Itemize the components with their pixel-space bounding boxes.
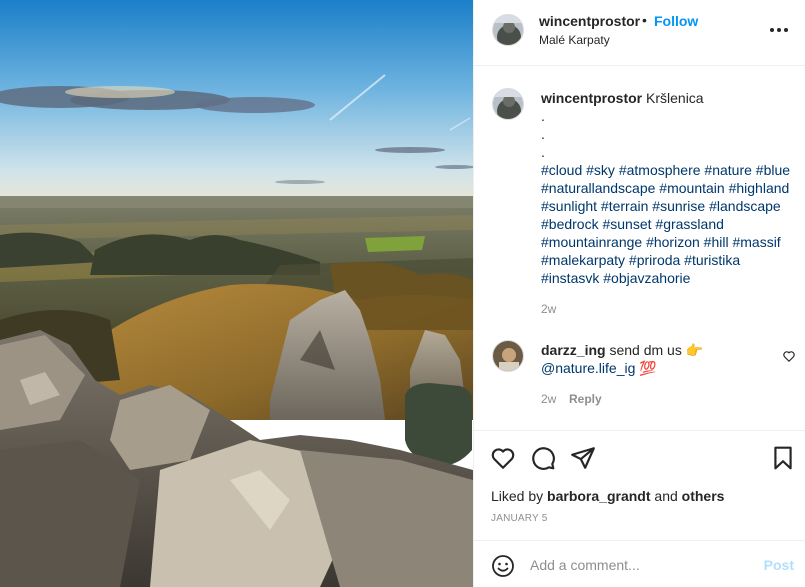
caption-text: wincentprostor Kršlenica . . . #cloud #s…: [541, 89, 796, 287]
liked-by-prefix: Liked by: [491, 488, 544, 504]
post-header: wincentprostor • Follow Malé Karpaty: [474, 0, 805, 66]
comments-list[interactable]: wincentprostor Kršlenica . . . #cloud #s…: [474, 66, 805, 430]
hundred-emoji: 💯: [639, 360, 657, 376]
liked-by-and: and: [654, 488, 678, 504]
dot: [770, 28, 774, 32]
add-comment-bar: Post: [474, 540, 805, 587]
post-dialog: wincentprostor • Follow Malé Karpaty win…: [0, 0, 805, 587]
follow-button[interactable]: Follow: [654, 13, 698, 29]
caption-dot-line: .: [541, 108, 545, 124]
dot: [777, 28, 781, 32]
more-options-icon[interactable]: [767, 20, 791, 40]
caption-dot-line: .: [541, 126, 545, 142]
caption-hashtags[interactable]: #cloud #sky #atmosphere #nature #blue #n…: [541, 161, 796, 287]
comment-mention[interactable]: @nature.life_ig: [541, 360, 635, 376]
comment-icon[interactable]: [530, 445, 556, 471]
post-side-panel: wincentprostor • Follow Malé Karpaty win…: [473, 0, 805, 587]
comment-text: darzz_ing send dm us 👉 @nature.life_ig 💯: [541, 341, 771, 377]
comment-like-heart-icon[interactable]: [782, 349, 796, 363]
post-date[interactable]: JANUARY 5: [491, 513, 547, 524]
liked-by-others[interactable]: others: [682, 488, 725, 504]
add-comment-input[interactable]: [530, 554, 750, 576]
post-photo[interactable]: [0, 0, 473, 587]
caption-timestamp[interactable]: 2w: [541, 302, 556, 316]
dot: [784, 28, 788, 32]
pointing-hand-emoji: 👉: [685, 342, 704, 358]
post-comment-button[interactable]: Post: [764, 557, 794, 573]
comment-message: send dm us: [609, 342, 682, 358]
commenter-avatar[interactable]: [492, 340, 524, 372]
caption-dot-line: .: [541, 144, 545, 160]
reply-button[interactable]: Reply: [569, 392, 602, 406]
author-username[interactable]: wincentprostor: [539, 13, 640, 29]
author-avatar[interactable]: [492, 14, 524, 46]
comment-timestamp[interactable]: 2w: [541, 392, 556, 406]
post-location[interactable]: Malé Karpaty: [539, 33, 610, 47]
emoji-icon[interactable]: [491, 554, 515, 578]
caption-title: Kršlenica: [646, 90, 704, 106]
avatar-image: [493, 89, 523, 119]
share-icon[interactable]: [570, 445, 596, 471]
avatar-image: [493, 15, 523, 45]
separator-dot: •: [642, 12, 647, 28]
avatar-image: [493, 341, 523, 371]
commenter-username[interactable]: darzz_ing: [541, 342, 606, 358]
heart-icon[interactable]: [490, 445, 516, 471]
caption-author-avatar[interactable]: [492, 88, 524, 120]
liked-by-user[interactable]: barbora_grandt: [547, 488, 650, 504]
post-actions: Liked by barbora_grandt and others JANUA…: [474, 430, 805, 540]
landscape-image: [0, 0, 473, 587]
bookmark-icon[interactable]: [770, 445, 796, 471]
caption-username[interactable]: wincentprostor: [541, 90, 642, 106]
liked-by: Liked by barbora_grandt and others: [491, 488, 724, 504]
